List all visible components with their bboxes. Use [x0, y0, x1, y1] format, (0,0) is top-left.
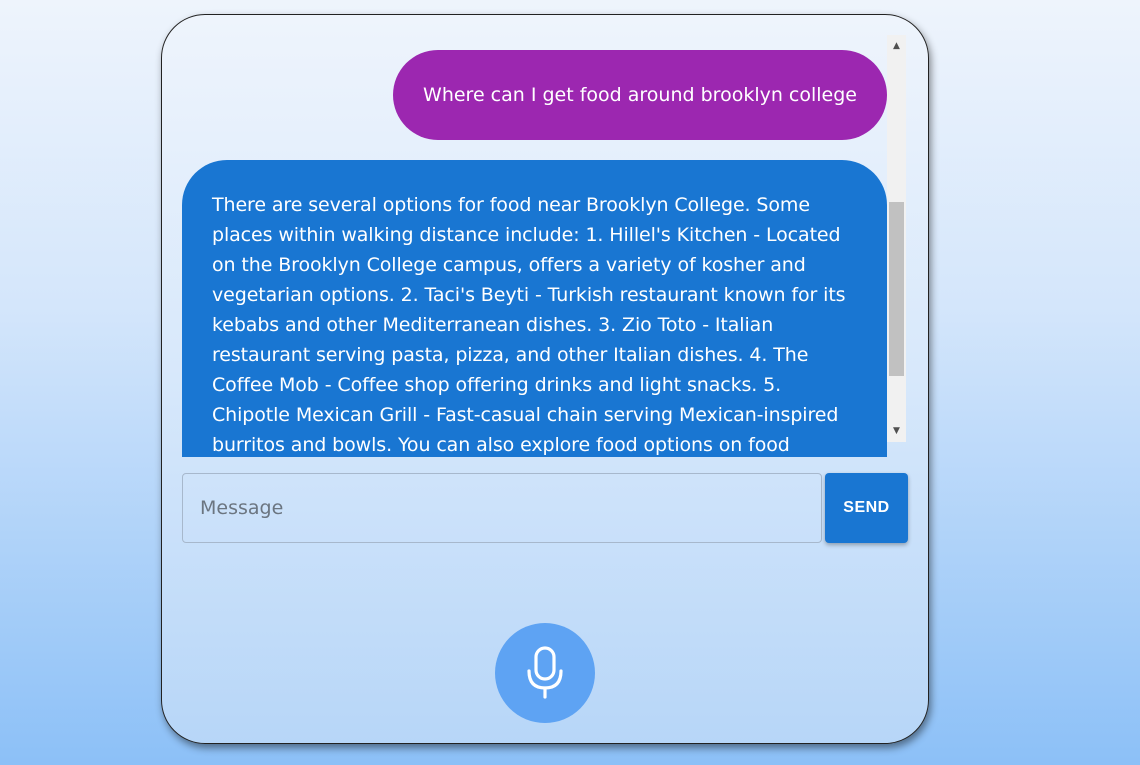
send-button-label: SEND [843, 499, 890, 516]
user-message-bubble: Where can I get food around brooklyn col… [393, 50, 887, 140]
send-button[interactable]: SEND [825, 473, 908, 543]
message-input[interactable] [182, 473, 822, 543]
assistant-message-bubble: There are several options for food near … [182, 160, 887, 457]
message-composer: SEND [182, 473, 908, 543]
assistant-message-text: There are several options for food near … [212, 194, 846, 456]
scrollbar-thumb[interactable] [889, 202, 904, 376]
chat-message-list[interactable]: Where can I get food around brooklyn col… [162, 40, 907, 457]
scroll-up-arrow-icon[interactable]: ▲ [887, 37, 906, 55]
scroll-down-arrow-icon[interactable]: ▼ [887, 422, 906, 440]
microphone-icon [527, 646, 563, 699]
user-message-text: Where can I get food around brooklyn col… [423, 84, 857, 106]
chat-scrollbar[interactable]: ▲ ▼ [887, 35, 906, 442]
chat-window: Where can I get food around brooklyn col… [161, 14, 929, 744]
mic-button[interactable] [495, 623, 595, 723]
